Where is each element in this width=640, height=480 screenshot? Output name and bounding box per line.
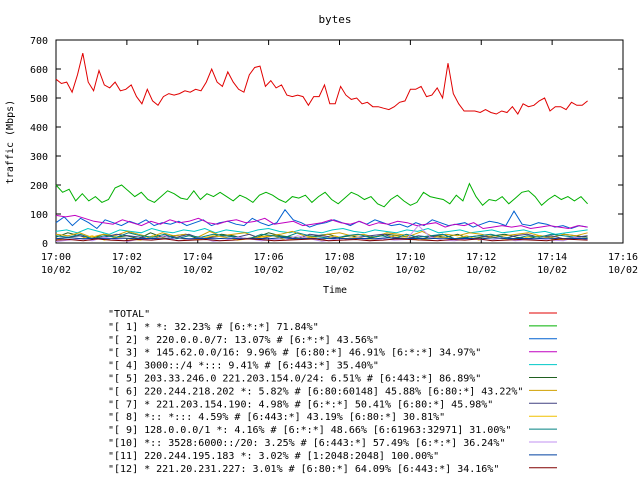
legend-label-9: "[ 9] 128.0.0.0/1 *: 4.16% # [6:*:*] 48.… — [108, 425, 511, 436]
series-line-0 — [55, 52, 588, 115]
legend-label-12: "[12] * 221.20.231.227: 3.01% # [6:80:*]… — [108, 464, 499, 475]
legend-label-10: "[10] *:: 3528:6000::/20: 3.25% # [6:443… — [108, 438, 505, 449]
x-tick-label-date: 10/02 — [112, 265, 142, 276]
x-tick-label-date: 10/02 — [608, 265, 638, 276]
y-tick-label: 200 — [30, 181, 48, 192]
series-lines — [55, 52, 588, 243]
legend-label-1: "[ 1] * *: 32.23% # [6:*:*] 71.84%" — [108, 322, 319, 333]
x-axis-label: Time — [323, 285, 347, 296]
x-tick-label-time: 17:02 — [112, 252, 142, 263]
plot-area-frame — [55, 39, 624, 244]
y-tick-label: 500 — [30, 94, 48, 105]
chart-title: bytes — [318, 13, 351, 26]
series-line-1 — [55, 182, 588, 208]
y-tick-label: 700 — [30, 36, 48, 47]
y-tick-label: 400 — [30, 123, 48, 134]
y-tick-label: 600 — [30, 65, 48, 76]
x-tick-label-time: 17:08 — [324, 252, 354, 263]
y-tick-label: 0 — [42, 239, 48, 250]
x-tick-label-date: 10/02 — [41, 265, 71, 276]
x-tick-label-time: 17:06 — [254, 252, 284, 263]
traffic-line-chart: bytes traffic (Mbps) Time 0 100 200 300 400 5… — [5, 13, 638, 475]
series-line-2 — [55, 208, 588, 230]
y-tick-label: 300 — [30, 152, 48, 163]
legend-label-11: "[11] 220.244.195.183 *: 3.02% # [1:2048… — [108, 451, 439, 462]
legend: "TOTAL" "[ 1] * *: 32.23% # [6:*:*] 71.84… — [108, 309, 557, 475]
x-tick-label-time: 17:14 — [537, 252, 567, 263]
legend-label-2: "[ 2] * 220.0.0.0/7: 13.07% # [6:*:*] 43… — [108, 335, 379, 346]
x-tick-label-time: 17:12 — [466, 252, 496, 263]
legend-label-3: "[ 3] * 145.62.0.0/16: 9.96% # [6:80:*] … — [108, 348, 481, 359]
x-tick-label-date: 10/02 — [183, 265, 213, 276]
legend-label-7: "[ 7] * 221.203.154.190: 4.98% # [6:*:*]… — [108, 399, 493, 410]
legend-label-5: "[ 5] 203.33.246.0 221.203.154.0/24: 6.5… — [108, 374, 481, 385]
x-tick-label-time: 17:04 — [183, 252, 213, 263]
x-tick-label-time: 17:10 — [395, 252, 425, 263]
x-tick-label-date: 10/02 — [254, 265, 284, 276]
y-tick-label: 100 — [30, 210, 48, 221]
x-tick-label-date: 10/02 — [466, 265, 496, 276]
y-axis-label: traffic (Mbps) — [5, 100, 16, 184]
x-tick-label-time: 17:16 — [608, 252, 638, 263]
x-tick-label-date: 10/02 — [324, 265, 354, 276]
legend-label-8: "[ 8] *:: *::: 4.59% # [6:443:*] 43.19% … — [108, 412, 445, 423]
legend-label-6: "[ 6] 220.244.218.202 *: 5.82% # [6:80:6… — [108, 386, 523, 397]
x-tick-label-time: 17:00 — [41, 252, 71, 263]
x-tick-label-date: 10/02 — [395, 265, 425, 276]
chart-root: bytes traffic (Mbps) Time 0 100 200 300 400 5… — [0, 0, 640, 480]
legend-label-4: "[ 4] 3000::/4 *::: 9.41% # [6:443:*] 35… — [108, 361, 379, 372]
legend-label-0: "TOTAL" — [108, 309, 150, 320]
x-tick-label-date: 10/02 — [537, 265, 567, 276]
